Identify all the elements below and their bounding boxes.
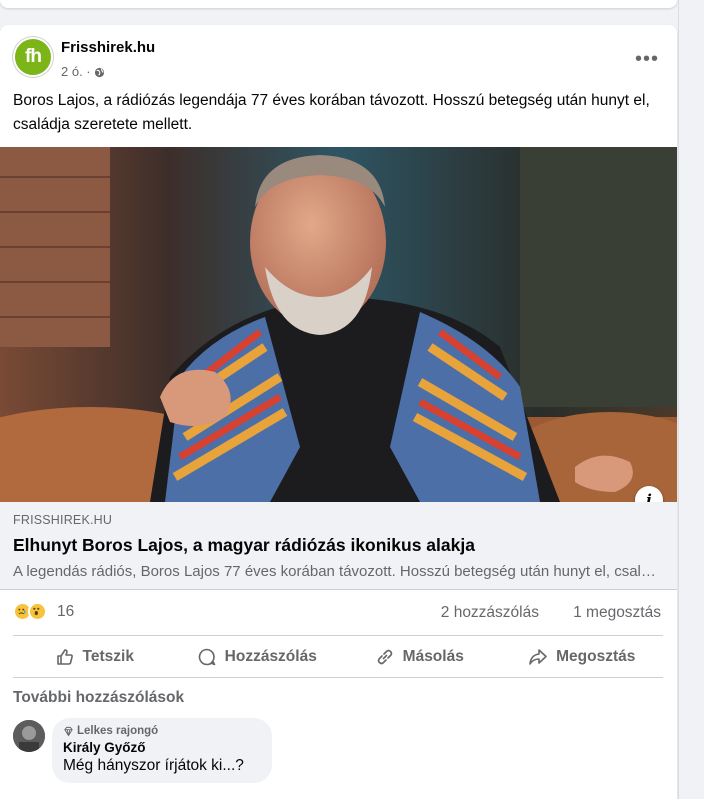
like-button[interactable]: Tetszik (13, 637, 176, 677)
post-time[interactable]: 2 ó. · (61, 64, 91, 79)
link-domain: FRISSHIREK.HU (13, 513, 113, 527)
comment-button[interactable]: Hozzászólás (176, 637, 339, 677)
copy-button[interactable]: Másolás (338, 637, 501, 677)
copy-label: Másolás (402, 648, 464, 665)
like-label: Tetszik (82, 648, 134, 665)
comment-text: Még hányszor írjátok ki...? (63, 757, 244, 774)
comment-bubble: Lelkes rajongó Király Győző Még hányszor… (52, 718, 272, 783)
action-bar: Tetszik Hozzászólás Másolás Megosztás (13, 637, 663, 677)
previous-post-card (0, 0, 677, 8)
post-photo[interactable]: i (0, 147, 677, 502)
share-button[interactable]: Megosztás (501, 637, 664, 677)
comments-count[interactable]: 2 hozzászólás (441, 604, 539, 622)
wow-emoji-icon (28, 602, 47, 621)
share-icon (529, 649, 547, 665)
link-icon (377, 649, 392, 665)
commenter-name[interactable]: Király Győző (63, 740, 260, 755)
share-label: Megosztás (556, 648, 636, 665)
diamond-icon (64, 726, 73, 736)
fan-badge: Lelkes rajongó (63, 725, 260, 737)
post-stats: 16 2 hozzászólás 1 megosztás (13, 600, 663, 626)
link-title[interactable]: Elhunyt Boros Lajos, a magyar rádiózás i… (13, 535, 475, 556)
scrollbar[interactable] (678, 0, 704, 799)
comment-label: Hozzászólás (224, 648, 317, 665)
link-description: A legendás rádiós, Boros Lajos 77 éves k… (13, 563, 663, 580)
globe-icon (94, 66, 105, 78)
reaction-icons[interactable] (13, 602, 47, 621)
man-portrait-image (0, 147, 677, 502)
more-options-button[interactable]: ••• (631, 43, 663, 75)
post-header: fh Frisshirek.hu 2 ó. · ••• (13, 37, 663, 81)
shares-count[interactable]: 1 megosztás (573, 604, 661, 622)
scrollbar-track-border (678, 0, 679, 799)
link-preview[interactable]: FRISSHIREK.HU Elhunyt Boros Lajos, a mag… (0, 502, 677, 590)
post-text: Boros Lajos, a rádiózás legendája 77 éve… (13, 92, 650, 133)
page-name[interactable]: Frisshirek.hu (61, 39, 155, 56)
post-card: fh Frisshirek.hu 2 ó. · ••• Boros Lajos,… (0, 25, 677, 799)
divider (13, 677, 663, 678)
more-comments-link[interactable]: További hozzászólások (13, 689, 184, 707)
page-avatar[interactable]: fh (13, 37, 53, 77)
comment-icon (198, 648, 215, 666)
badge-label: Lelkes rajongó (77, 725, 159, 737)
reaction-count[interactable]: 16 (57, 603, 74, 621)
post-meta: 2 ó. · (61, 64, 105, 79)
divider (13, 635, 663, 636)
thumbs-up-icon (56, 649, 73, 665)
commenter-avatar[interactable] (13, 720, 45, 752)
